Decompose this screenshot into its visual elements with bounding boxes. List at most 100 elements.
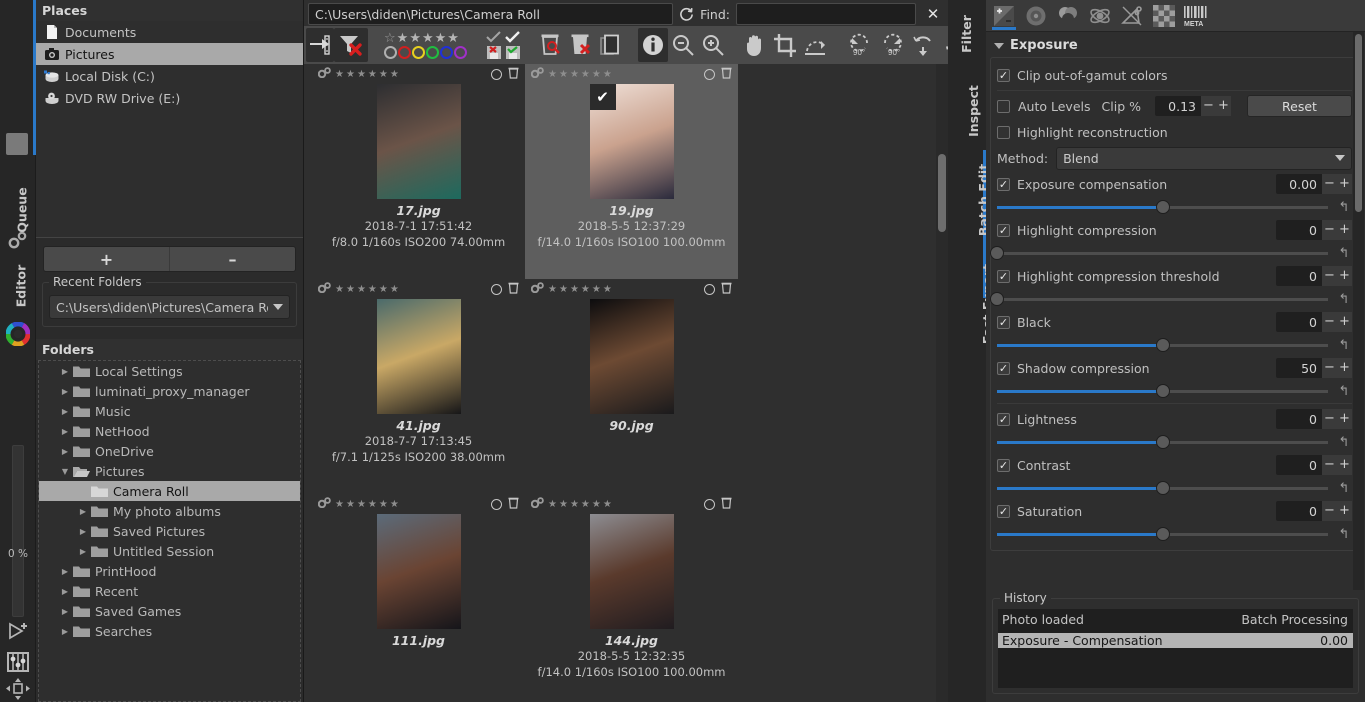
slider-reset-icon[interactable]: ↰ [1336, 338, 1352, 353]
tree-node[interactable]: ▶Saved Pictures [39, 521, 300, 541]
trash-icon[interactable] [508, 281, 519, 297]
slider-reset-icon[interactable]: ↰ [1336, 527, 1352, 542]
slider-checkbox[interactable]: ✓ [997, 178, 1010, 191]
slider-knob[interactable] [1156, 435, 1170, 449]
thumbnail-image[interactable] [590, 299, 674, 414]
tree-node[interactable]: ▶Recent [39, 581, 300, 601]
rating-stars-row[interactable]: ☆ ★ ★ ★ ★ ★ [384, 32, 467, 45]
tree-node[interactable]: ▶OneDrive [39, 441, 300, 461]
star-icon[interactable]: ★ [592, 69, 601, 80]
increment-button[interactable]: + [1337, 220, 1352, 240]
slider[interactable] [997, 246, 1328, 260]
increment-button[interactable]: + [1337, 266, 1352, 286]
star-icon[interactable]: ★ [346, 284, 355, 295]
tree-expander-icon[interactable]: ▶ [75, 527, 91, 536]
processing-profile-icon[interactable] [531, 497, 544, 511]
rail-tab-filter[interactable]: Filter [948, 0, 986, 68]
tree-node[interactable]: ▼Pictures [39, 461, 300, 481]
history-row[interactable]: Photo loadedBatch Processing [998, 609, 1353, 630]
slider[interactable] [997, 527, 1328, 541]
color-label-4[interactable] [440, 46, 453, 59]
color-label-icon[interactable] [491, 69, 502, 80]
slider-spinner[interactable]: 0.00−+ [1276, 174, 1352, 194]
slider-reset-icon[interactable]: ↰ [1336, 246, 1352, 261]
color-label-icon[interactable] [491, 284, 502, 295]
rail-tab-editor[interactable]: Editor [0, 255, 36, 317]
tab-transform[interactable] [1118, 2, 1146, 30]
sliders-icon[interactable] [6, 650, 30, 674]
tree-expander-icon[interactable]: ▶ [57, 627, 73, 636]
clip-gamut-checkbox[interactable]: ✓ [997, 69, 1010, 82]
hand-tool-button[interactable] [740, 28, 770, 62]
color-label-0[interactable] [384, 46, 397, 59]
processing-profile-icon[interactable] [318, 497, 331, 511]
star-icon[interactable]: ★ [559, 284, 568, 295]
place-item-documents[interactable]: Documents [36, 21, 303, 43]
decrement-button[interactable]: − [1322, 266, 1337, 286]
thumbnail-rating[interactable]: ★★★★★★ [548, 284, 612, 295]
slider-spinner[interactable]: 50−+ [1276, 358, 1352, 378]
slider-knob[interactable] [990, 246, 1004, 260]
crop-tool-button[interactable] [770, 28, 800, 62]
slider[interactable] [997, 200, 1328, 214]
slider-reset-icon[interactable]: ↰ [1336, 292, 1352, 307]
thumbnail-cell[interactable]: ★★★★★★90.jpg [525, 279, 738, 494]
trash-flag-filters[interactable] [483, 30, 524, 60]
slider-spinner[interactable]: 0−+ [1276, 220, 1352, 240]
slider-knob[interactable] [1156, 481, 1170, 495]
path-input[interactable]: C:\Users\diden\Pictures\Camera Roll [308, 3, 673, 25]
slider[interactable] [997, 292, 1328, 306]
tree-node[interactable]: ▶Music [39, 401, 300, 421]
star-icon[interactable]: ★ [368, 69, 377, 80]
thumbnail-rating[interactable]: ★★★★★★ [335, 499, 399, 510]
star-icon[interactable]: ★ [603, 69, 612, 80]
thumbnail-cell[interactable]: ★★★★★★111.jpg [312, 494, 525, 702]
slider-checkbox[interactable]: ✓ [997, 224, 1010, 237]
slider-knob[interactable] [1156, 384, 1170, 398]
star-icon[interactable]: ★ [592, 284, 601, 295]
color-label-2[interactable] [412, 46, 425, 59]
tree-expander-icon[interactable]: ▶ [57, 447, 73, 456]
tree-expander-icon[interactable]: ▶ [57, 587, 73, 596]
slider-checkbox[interactable]: ✓ [997, 413, 1010, 426]
tree-expander-icon[interactable]: ▶ [57, 387, 73, 396]
slider-reset-icon[interactable]: ↰ [1336, 435, 1352, 450]
tree-expander-icon[interactable]: ▶ [57, 427, 73, 436]
decrement-button[interactable]: − [1322, 220, 1337, 240]
clip-gamut-row[interactable]: ✓ Clip out-of-gamut colors [997, 62, 1352, 88]
color-label-row[interactable] [384, 46, 467, 59]
reset-button[interactable]: Reset [1247, 95, 1352, 117]
empty-trash-button[interactable] [566, 28, 596, 62]
star-icon[interactable]: ★ [570, 69, 579, 80]
star-icon[interactable]: ★ [368, 499, 377, 510]
slider-checkbox[interactable]: ✓ [997, 362, 1010, 375]
slider-knob[interactable] [1156, 527, 1170, 541]
star-icon[interactable]: ★ [390, 499, 399, 510]
slider-spinner[interactable]: 0−+ [1276, 312, 1352, 332]
decrement-button[interactable]: − [1322, 312, 1337, 332]
star-icon[interactable]: ★ [559, 69, 568, 80]
star-icon[interactable]: ★ [335, 499, 344, 510]
tree-expander-icon[interactable]: ▶ [57, 367, 73, 376]
rail-tab-batch-edit[interactable]: Batch Edit [948, 152, 986, 248]
star-icon[interactable]: ★ [357, 284, 366, 295]
increment-button[interactable]: + [1337, 501, 1352, 521]
slider-checkbox[interactable]: ✓ [997, 270, 1010, 283]
thumbnail-cell[interactable]: ★★★★★★✔19.jpg2018-5-5 12:37:29f/14.0 1/1… [525, 64, 738, 279]
trash-icon[interactable] [508, 496, 519, 512]
trash-icon[interactable] [721, 66, 732, 82]
clear-filters-button[interactable] [334, 28, 368, 62]
tree-expander-icon[interactable]: ▶ [57, 607, 73, 616]
exposure-section-header[interactable]: Exposure [990, 32, 1359, 57]
clip-percent-spinner[interactable]: 0.13 − + [1155, 96, 1231, 116]
decrement-button[interactable]: − [1322, 501, 1337, 521]
star-icon[interactable]: ★ [390, 284, 399, 295]
star-icon[interactable]: ★ [559, 499, 568, 510]
star-icon[interactable]: ★ [379, 69, 388, 80]
decrement-button[interactable]: − [1322, 409, 1337, 429]
star-icon[interactable]: ★ [570, 499, 579, 510]
star-icon[interactable]: ★ [368, 284, 377, 295]
tree-expander-icon[interactable]: ▼ [57, 467, 73, 476]
increment-button[interactable]: + [1337, 455, 1352, 475]
history-row[interactable]: Exposure - Compensation0.00 [998, 630, 1353, 651]
